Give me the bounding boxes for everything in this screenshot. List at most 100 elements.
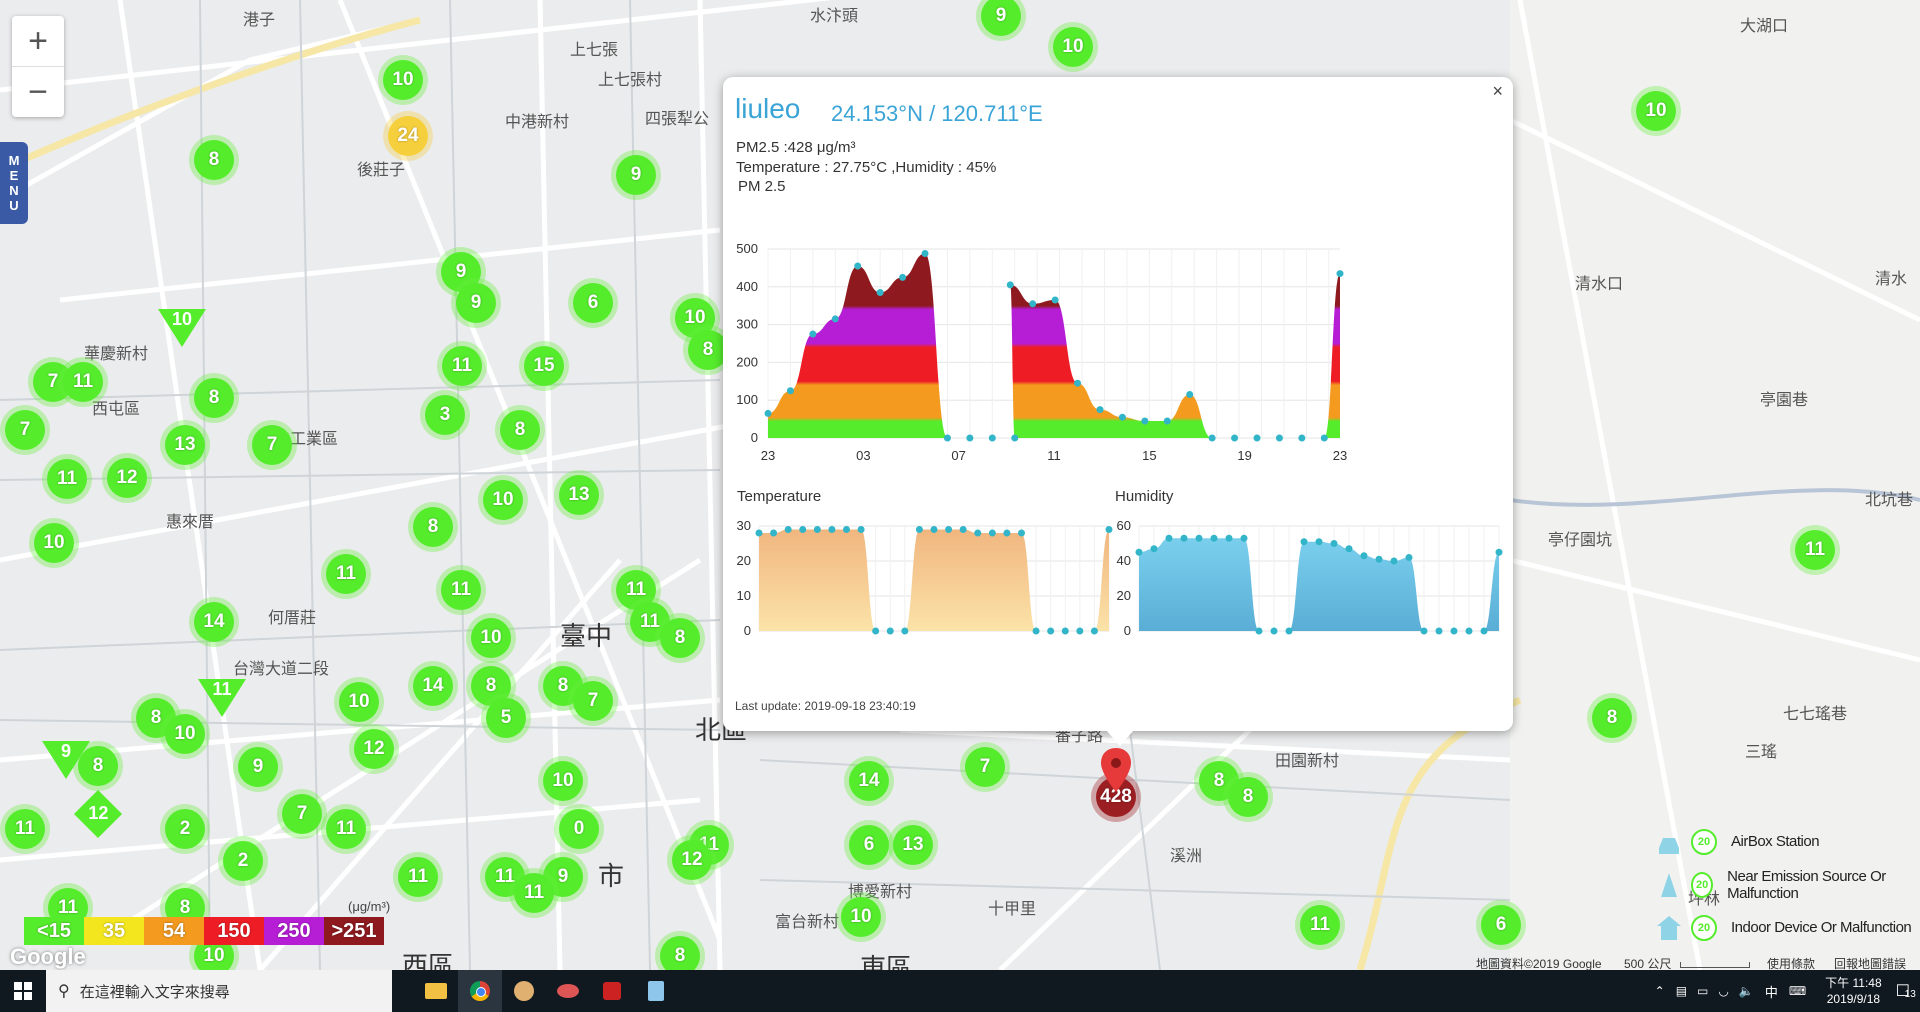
station-marker[interactable]: 10 (543, 761, 583, 801)
station-marker[interactable]: 10 (841, 897, 881, 937)
zoom-out-button[interactable]: − (12, 66, 64, 117)
station-marker[interactable]: 11 (5, 809, 45, 849)
station-marker[interactable]: 8 (413, 507, 453, 547)
file-explorer-icon[interactable] (414, 970, 458, 1012)
station-marker[interactable]: 10 (165, 714, 205, 754)
station-marker[interactable]: 8 (1592, 698, 1632, 738)
station-marker[interactable]: 10 (1636, 91, 1676, 131)
network-icon[interactable]: ▤ (1676, 984, 1687, 998)
zoom-in-button[interactable]: + (12, 16, 64, 66)
station-marker[interactable]: 12 (672, 840, 712, 880)
emission-station-marker[interactable]: 10 (158, 309, 206, 347)
station-marker[interactable]: 13 (559, 475, 599, 515)
station-marker[interactable]: 11 (326, 554, 366, 594)
popup-close-button[interactable]: × (1492, 81, 1503, 102)
aqi-scale-step: 54 (144, 917, 204, 945)
battery-icon[interactable]: ▭ (1697, 984, 1708, 998)
data-point (1480, 627, 1488, 635)
clock[interactable]: 下午 11:48 2019/9/18 (1825, 975, 1881, 1007)
data-point (1405, 554, 1413, 561)
station-marker[interactable]: 7 (5, 410, 45, 450)
start-button[interactable] (0, 970, 46, 1012)
paint-app-icon[interactable] (502, 970, 546, 1012)
data-point (854, 262, 862, 270)
station-marker[interactable]: 9 (616, 155, 656, 195)
station-marker[interactable]: 11 (441, 570, 481, 610)
station-marker[interactable]: 7 (573, 681, 613, 721)
station-marker[interactable]: 10 (1053, 27, 1093, 67)
station-marker[interactable]: 12 (107, 458, 147, 498)
data-point (1074, 379, 1082, 387)
notepad-icon[interactable] (634, 970, 678, 1012)
station-marker[interactable]: 11 (63, 362, 103, 402)
station-marker[interactable]: 3 (425, 395, 465, 435)
station-marker[interactable]: 13 (165, 425, 205, 465)
station-marker[interactable]: 11 (514, 873, 554, 913)
station-marker[interactable]: 12 (354, 729, 394, 769)
station-marker[interactable]: 7 (965, 747, 1005, 787)
station-marker[interactable]: 6 (1481, 905, 1521, 945)
station-marker[interactable]: 9 (456, 283, 496, 323)
taskbar-search-box[interactable]: ⚲ 在這裡輸入文字來搜尋 (46, 970, 392, 1012)
station-marker[interactable]: 0 (559, 809, 599, 849)
data-point (901, 627, 909, 635)
station-marker[interactable]: 24 (388, 116, 428, 156)
y-tick-label: 0 (744, 623, 751, 638)
selected-location-pin[interactable] (1101, 748, 1131, 792)
chevron-up-icon[interactable]: ⌃ (1655, 984, 1665, 998)
station-marker[interactable]: 11 (442, 346, 482, 386)
station-marker[interactable]: 8 (194, 140, 234, 180)
keyboard-icon[interactable]: ⌨ (1789, 984, 1806, 998)
station-marker[interactable]: 10 (483, 480, 523, 520)
notification-icon[interactable]: ☐ 13 (1896, 981, 1916, 1001)
station-marker[interactable]: 8 (660, 618, 700, 658)
data-point (1495, 548, 1503, 556)
station-marker[interactable]: 8 (660, 936, 700, 970)
wifi-icon[interactable]: ◡ (1718, 984, 1728, 998)
station-marker[interactable]: 8 (688, 330, 728, 370)
station-marker[interactable]: 11 (398, 857, 438, 897)
legend-row: 20 Near Emission Source Or Malfunction (1655, 863, 1920, 906)
station-marker[interactable]: 14 (413, 666, 453, 706)
station-marker[interactable]: 10 (383, 60, 423, 100)
station-marker[interactable]: 8 (194, 378, 234, 418)
aqi-scale-step: 150 (204, 917, 264, 945)
station-marker[interactable]: 2 (223, 841, 263, 881)
emission-station-marker[interactable]: 9 (42, 741, 90, 779)
station-marker[interactable]: 5 (486, 698, 526, 738)
aqi-scale-step: >251 (324, 917, 384, 945)
station-marker[interactable]: 6 (849, 825, 889, 865)
station-marker[interactable]: 10 (34, 523, 74, 563)
station-marker[interactable]: 11 (1300, 905, 1340, 945)
emission-station-marker[interactable]: 11 (198, 679, 246, 717)
place-label: 田園新村 (1275, 751, 1340, 770)
snipping-tool-icon[interactable] (546, 970, 590, 1012)
station-marker[interactable]: 11 (1795, 530, 1835, 570)
station-marker[interactable]: 15 (524, 346, 564, 386)
red-app-icon[interactable] (590, 970, 634, 1012)
station-marker[interactable]: 8 (1228, 777, 1268, 817)
chrome-icon[interactable] (458, 970, 502, 1012)
station-marker[interactable]: 10 (339, 682, 379, 722)
station-marker[interactable]: 14 (194, 602, 234, 642)
station-marker[interactable]: 6 (573, 283, 613, 323)
station-marker[interactable]: 11 (47, 459, 87, 499)
station-marker[interactable]: 7 (282, 794, 322, 834)
station-marker[interactable]: 7 (252, 425, 292, 465)
station-marker[interactable]: 13 (893, 825, 933, 865)
last-update: Last update: 2019-09-18 23:40:19 (735, 699, 916, 713)
indoor-device-icon (1655, 914, 1683, 942)
station-marker[interactable]: 14 (849, 761, 889, 801)
station-marker[interactable]: 9 (238, 747, 278, 787)
station-coordinates: 24.153°N / 120.711°E (831, 101, 1043, 126)
station-marker[interactable]: 8 (500, 410, 540, 450)
volume-icon[interactable]: 🔈 (1739, 984, 1754, 998)
place-label: 中港新村 (505, 112, 570, 131)
station-marker[interactable]: 10 (471, 618, 511, 658)
station-marker[interactable]: 2 (165, 809, 205, 849)
data-point (831, 315, 839, 323)
ime-indicator[interactable]: 中 (1765, 982, 1778, 1001)
menu-button[interactable]: M E N U (0, 142, 28, 224)
data-point (1186, 391, 1194, 399)
station-marker[interactable]: 11 (326, 809, 366, 849)
